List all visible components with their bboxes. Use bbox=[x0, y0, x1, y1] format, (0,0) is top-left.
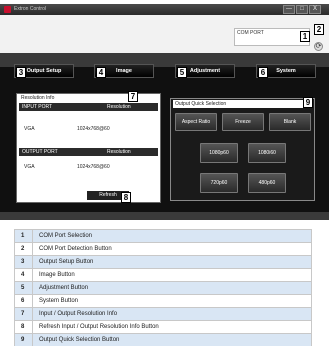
legend-text: COM Port Detection Button bbox=[32, 242, 312, 256]
title-bar: Extron Control — □ X bbox=[0, 4, 329, 15]
legend-row: 3 Output Setup Button bbox=[14, 255, 312, 269]
blank-button[interactable]: Blank bbox=[269, 113, 311, 131]
legend-row: 9 Output Quick Selection Button bbox=[14, 333, 312, 346]
com-port-label: COM PORT bbox=[237, 30, 264, 36]
legend-row: 8 Refresh Input / Output Resolution Info … bbox=[14, 320, 312, 334]
input-port-value: VGA bbox=[24, 126, 35, 132]
legend-row: 1 COM Port Selection bbox=[14, 229, 312, 243]
res-1080p60-button[interactable]: 1080p60 bbox=[200, 143, 238, 163]
window-title: Extron Control bbox=[14, 6, 46, 12]
legend-num: 4 bbox=[14, 268, 33, 282]
legend-num: 5 bbox=[14, 281, 33, 295]
callout-badge-7: 7 bbox=[128, 91, 138, 102]
callout-badge-3: 3 bbox=[16, 67, 26, 78]
legend-num: 7 bbox=[14, 307, 33, 321]
input-resolution-value: 1024x768@60 bbox=[77, 126, 110, 132]
callout-badge-6: 6 bbox=[258, 67, 268, 78]
res-1080i60-button[interactable]: 1080i60 bbox=[248, 143, 286, 163]
input-port-header: INPUT PORT bbox=[22, 104, 53, 110]
com-detect-refresh-icon[interactable]: ⟳ bbox=[314, 42, 323, 51]
legend-num: 6 bbox=[14, 294, 33, 308]
callout-badge-5: 5 bbox=[177, 67, 187, 78]
callout-badge-9: 9 bbox=[303, 97, 313, 108]
legend-table: 1 COM Port Selection 2 COM Port Detection … bbox=[14, 229, 312, 346]
legend-text: Adjustment Button bbox=[32, 281, 312, 295]
legend-row: 4 Image Button bbox=[14, 268, 312, 282]
callout-badge-2: 2 bbox=[314, 24, 324, 35]
resolution-info-title: Resolution Info bbox=[21, 95, 55, 101]
legend-text: Image Button bbox=[32, 268, 312, 282]
res-480p60-button[interactable]: 480p60 bbox=[248, 173, 286, 193]
legend-text: Refresh Input / Output Resolution Info B… bbox=[32, 320, 312, 334]
legend-num: 1 bbox=[14, 229, 33, 243]
output-port-value: VGA bbox=[24, 164, 35, 170]
status-strip bbox=[0, 212, 329, 220]
resolution-info-panel: Resolution Info INPUT PORT Resolution VG… bbox=[16, 93, 161, 203]
output-quick-selection-panel: Output Quick Selection Aspect Ratio Free… bbox=[170, 98, 315, 201]
legend-text: System Button bbox=[32, 294, 312, 308]
output-resolution-header: Resolution bbox=[107, 149, 131, 155]
output-header-row: OUTPUT PORT Resolution bbox=[19, 148, 158, 156]
legend-text: Output Quick Selection Button bbox=[32, 333, 312, 346]
legend-text: Input / Output Resolution Info bbox=[32, 307, 312, 321]
legend-text: Output Setup Button bbox=[32, 255, 312, 269]
legend-row: 7 Input / Output Resolution Info bbox=[14, 307, 312, 321]
close-button[interactable]: X bbox=[309, 5, 321, 14]
input-header-row: INPUT PORT Resolution bbox=[19, 103, 158, 111]
legend-num: 3 bbox=[14, 255, 33, 269]
output-port-header: OUTPUT PORT bbox=[22, 149, 58, 155]
legend-row: 6 System Button bbox=[14, 294, 312, 308]
res-720p60-button[interactable]: 720p60 bbox=[200, 173, 238, 193]
maximize-button[interactable]: □ bbox=[296, 5, 308, 14]
legend-num: 2 bbox=[14, 242, 33, 256]
legend-num: 8 bbox=[14, 320, 33, 334]
top-toolbar: COM PORT ▼ ⟳ bbox=[0, 15, 329, 53]
callout-badge-8: 8 bbox=[121, 192, 131, 203]
app-logo-icon bbox=[4, 6, 11, 13]
freeze-button[interactable]: Freeze bbox=[222, 113, 264, 131]
aspect-ratio-button[interactable]: Aspect Ratio bbox=[175, 113, 217, 131]
output-resolution-value: 1024x768@60 bbox=[77, 164, 110, 170]
input-resolution-header: Resolution bbox=[107, 104, 131, 110]
minimize-button[interactable]: — bbox=[283, 5, 295, 14]
callout-badge-1: 1 bbox=[300, 31, 310, 42]
com-port-select[interactable]: COM PORT ▼ bbox=[234, 28, 310, 46]
legend-row: 2 COM Port Detection Button bbox=[14, 242, 312, 256]
output-quick-selection-title: Output Quick Selection bbox=[173, 100, 312, 108]
legend-row: 5 Adjustment Button bbox=[14, 281, 312, 295]
legend-num: 9 bbox=[14, 333, 33, 346]
legend-text: COM Port Selection bbox=[32, 229, 312, 243]
callout-badge-4: 4 bbox=[96, 67, 106, 78]
